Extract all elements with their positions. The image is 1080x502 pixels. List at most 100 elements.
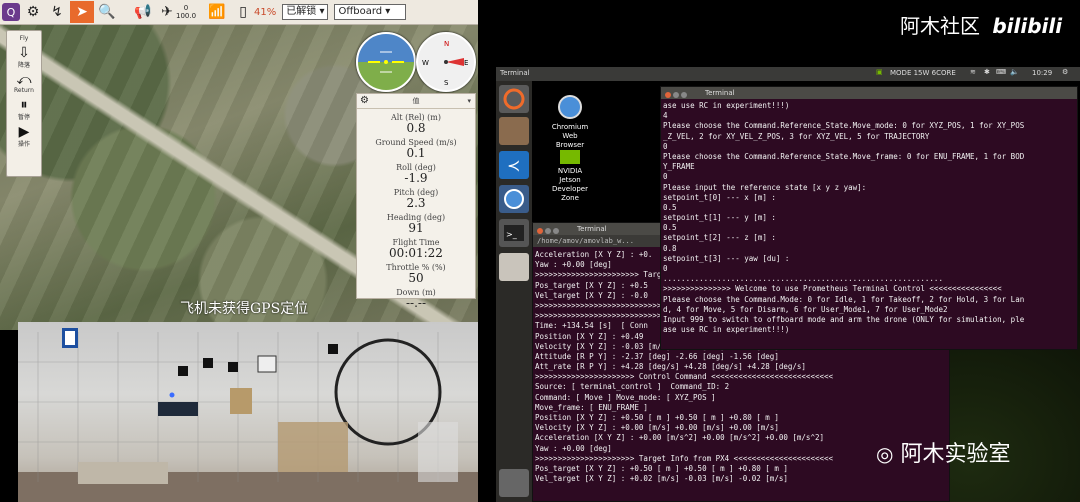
volume-icon[interactable]: 🔈 <box>1010 68 1019 76</box>
close-icon[interactable] <box>665 92 671 98</box>
plan-route-icon[interactable]: ↯ <box>46 1 68 23</box>
rc-signal-icon[interactable]: 📶 <box>206 1 228 23</box>
terminal-line: Velocity [X Y Z] : +0.00 [m/s] +0.00 [m/… <box>535 423 779 433</box>
main-terminal-titlebar[interactable]: Terminal <box>661 87 1077 99</box>
unity-launcher: ≺ >_ <box>496 81 532 502</box>
keyboard-icon[interactable]: ⌨ <box>996 68 1006 76</box>
terminal-line: >>>>>>>>>>>>>>> Welcome to use Prometheu… <box>663 284 1002 294</box>
terminal-line: Position [X Y Z] : +0.50 [ m ] +0.50 [ m… <box>535 413 779 422</box>
analyze-icon[interactable]: 🔍 <box>96 1 118 23</box>
app-icon[interactable] <box>499 253 529 281</box>
tool-fly[interactable]: Fly <box>7 35 41 42</box>
battery-icon[interactable]: ▯ <box>232 1 254 23</box>
watermark-bottom: ◎ 阿木实验室 <box>876 436 1010 468</box>
battery-percent: 41% <box>254 6 277 18</box>
close-icon[interactable] <box>537 228 543 234</box>
tool-action[interactable]: ▶ 操作 <box>7 125 41 148</box>
value-item: Ground Speed (m/s) 0.1 <box>357 138 475 159</box>
ubuntu-top-panel: Terminal ▣ MODE 15W 6CORE ≋ ✱ ⌨ 🔈 10:29 … <box>496 67 1080 81</box>
terminal-icon[interactable]: >_ <box>499 219 529 247</box>
gps-hdop: 100.0 <box>176 12 197 20</box>
terminal-line: 0 <box>663 141 668 151</box>
qgc-toolbar: Q ⚙ ↯ ➤ 🔍 📢 ✈ 0 100.0 📶 ▯ 41% 已解锁 ▾ Offb… <box>0 0 478 25</box>
chromium-icon[interactable] <box>499 185 529 213</box>
terminal-line: setpoint_t[1] --- y [m] : <box>663 213 776 223</box>
land-icon: ⇩ <box>18 45 30 61</box>
minimize-icon[interactable] <box>673 92 679 98</box>
value-reading: 91 <box>408 221 424 235</box>
value-item: Flight Time 00:01:22 <box>357 238 475 259</box>
desktop-icon-chromium-label: Chromium Web Browser <box>551 123 589 149</box>
bilibili-logo: bilibili <box>992 14 1063 38</box>
value-item: Pitch (deg) 2.3 <box>357 188 475 209</box>
maximize-icon[interactable] <box>681 92 687 98</box>
terminal-line: Vel_target [X Y Z] : +0.02 [m/s] -0.03 [… <box>535 474 788 484</box>
chromium-desktop-icon <box>558 95 582 119</box>
qgc-logo-icon[interactable]: Q <box>2 3 20 21</box>
terminal-line: 4 <box>663 111 668 121</box>
values-gear-icon[interactable]: ⚙ <box>360 94 369 108</box>
gps-satellite-icon[interactable]: ✈ <box>156 1 178 23</box>
terminal-line: 0.5 <box>663 202 677 212</box>
terminal-line: 0.8 <box>663 243 677 253</box>
camera-feed <box>18 322 478 502</box>
clock[interactable]: 10:29 <box>1032 69 1052 77</box>
trash-icon[interactable] <box>499 469 529 497</box>
compass-w: W <box>422 59 429 67</box>
vscode-icon[interactable]: ≺ <box>499 151 529 179</box>
flight-mode-value: Offboard <box>338 6 383 17</box>
svg-text:>_: >_ <box>506 230 518 239</box>
arm-state-select[interactable]: 已解锁 ▾ <box>282 4 329 20</box>
terminal-line: Att_rate [R P Y] : +4.28 [deg/s] +4.28 [… <box>535 362 806 372</box>
watermark-top-text: 阿木社区 <box>900 14 980 38</box>
value-item: Roll (deg) -1.9 <box>357 163 475 184</box>
pause-icon: ⏸ <box>20 97 28 113</box>
main-terminal-window[interactable]: Terminal ase use RC in experiment!!!) 4 Pl… <box>660 86 1078 350</box>
terminal-line: Move_frame: [ ENU_FRAME ] <box>535 402 648 412</box>
wifi-icon[interactable]: ≋ <box>970 68 976 76</box>
desktop-icon-nvidia[interactable]: NVIDIA Jetson Developer Zone <box>540 150 600 203</box>
flight-mode-select[interactable]: Offboard ▾ <box>334 4 407 20</box>
main-terminal-output: ase use RC in experiment!!!) 4 Please choo… <box>661 99 1077 337</box>
tool-land[interactable]: ⇩ 降落 <box>7 46 41 69</box>
gps-warning: 飞机未获得GPS定位 <box>180 301 309 317</box>
tool-land-label: 降落 <box>17 62 30 69</box>
terminal-line: ase use RC in experiment!!!) <box>663 101 790 110</box>
power-mode[interactable]: MODE 15W 6CORE <box>890 69 956 77</box>
ubuntu-dash-icon[interactable] <box>499 85 529 113</box>
gps-status: 0 100.0 <box>176 4 196 20</box>
fly-view-icon[interactable]: ➤ <box>70 1 94 23</box>
gps-count: 0 <box>183 4 189 12</box>
svg-text:≺: ≺ <box>507 156 520 175</box>
maximize-icon[interactable] <box>553 228 559 234</box>
desktop-icon-chromium[interactable]: Chromium Web Browser <box>540 94 600 150</box>
tool-pause[interactable]: ⏸ 暂停 <box>7 98 41 121</box>
terminal-line: >>>>>>>>>>>>>>>>>>>>>> Control Command <… <box>535 372 834 382</box>
value-item: Heading (deg) 91 <box>357 213 475 234</box>
tool-pause-label: 暂停 <box>17 114 30 121</box>
compass-e: E <box>464 59 468 67</box>
minimize-icon[interactable] <box>545 228 551 234</box>
nvidia-desktop-icon <box>560 150 580 164</box>
compass-s: S <box>444 79 449 87</box>
tool-action-label: 操作 <box>17 141 30 148</box>
return-icon: ⤺ <box>16 72 32 88</box>
attitude-horizon-icon <box>368 51 404 73</box>
values-dropdown-icon[interactable]: ▾ <box>467 94 471 108</box>
nvidia-icon[interactable]: ▣ <box>876 68 883 76</box>
settings-gear-icon[interactable]: ⚙ <box>22 1 44 23</box>
tool-return[interactable]: ⤺ Return <box>7 73 41 94</box>
small-terminal-tab-path: /home/amov/amovlab_w... <box>537 237 634 245</box>
terminal-line: Please choose the Command.Reference_Stat… <box>663 121 1025 131</box>
terminal-line: 0 <box>663 172 668 182</box>
files-icon[interactable] <box>499 117 529 145</box>
value-item: Throttle % (%) 50 <box>357 263 475 284</box>
terminal-line: d, 4 for Move, 5 for Disarm, 6 for User_… <box>663 304 948 314</box>
system-gear-icon[interactable]: ⚙ <box>1062 68 1068 76</box>
bluetooth-icon[interactable]: ✱ <box>984 68 990 76</box>
terminal-line: setpoint_t[2] --- z [m] : <box>663 233 776 243</box>
compass: N E S W <box>416 32 476 92</box>
value-reading: 50 <box>408 271 424 285</box>
terminal-line: ase use RC in experiment!!!) <box>663 325 790 335</box>
message-megaphone-icon[interactable]: 📢 <box>132 1 154 23</box>
